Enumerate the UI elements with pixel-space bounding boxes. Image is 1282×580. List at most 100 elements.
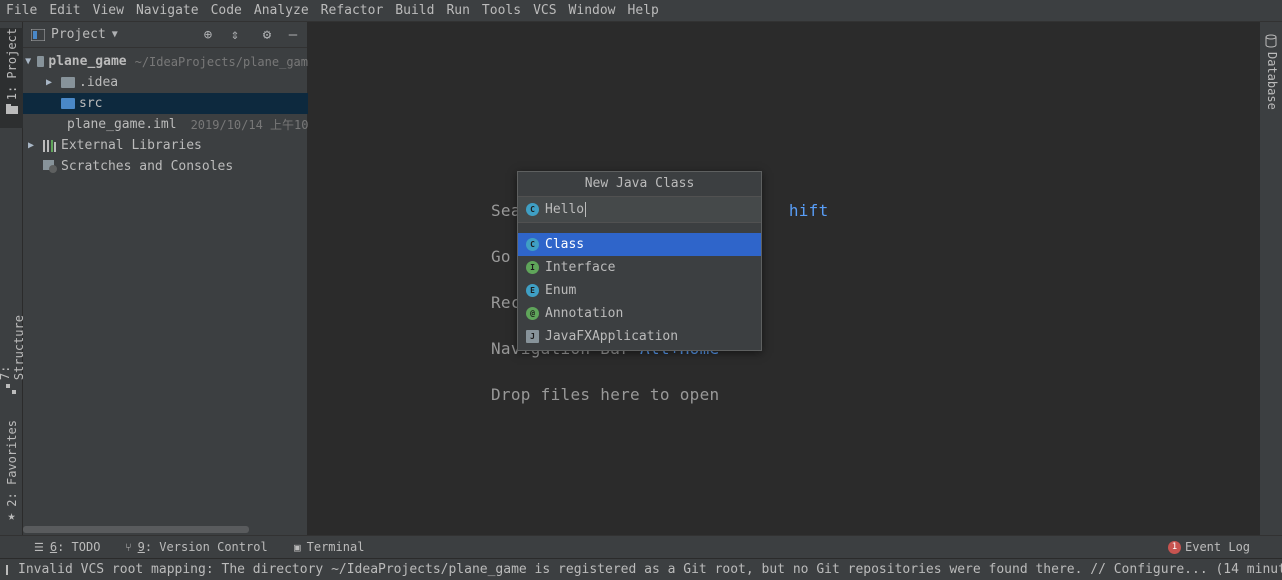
folder-icon — [61, 77, 75, 88]
hint-label: Drop files here to open — [491, 385, 720, 404]
class-icon: C — [526, 203, 539, 216]
new-java-class-dialog: New Java Class C Hello C Class I Interfa… — [517, 171, 762, 351]
class-icon: C — [526, 238, 539, 251]
hint-go-to-file: Go — [491, 247, 511, 266]
tab-terminal[interactable]: ▣ Terminal — [294, 540, 364, 554]
star-icon: ★ — [7, 508, 16, 524]
collapsed-arrow-icon[interactable]: ▶ — [25, 140, 37, 151]
kind-item-label: Interface — [545, 260, 616, 275]
menu-run[interactable]: Run — [446, 3, 469, 18]
branch-icon: ⑂ — [125, 540, 132, 554]
tree-item-idea[interactable]: ▶ .idea — [23, 72, 308, 93]
tab-favorites[interactable]: 2: Favorites ★ — [0, 420, 23, 524]
gear-icon[interactable]: ⚙ — [259, 27, 275, 43]
class-name-value[interactable]: Hello — [545, 202, 587, 217]
project-panel: Project ▼ ⊕ ⇕ ⚙ — ▼ plane_game ~/IdeaPro… — [23, 22, 308, 535]
project-view-icon — [31, 28, 45, 41]
module-folder-icon — [37, 56, 45, 67]
tab-structure[interactable]: 7: Structure — [0, 294, 26, 394]
status-bar: Invalid VCS root mapping: The directory … — [0, 558, 1282, 580]
tab-event-log-label: Event Log — [1185, 540, 1251, 554]
kind-item-javafx[interactable]: J JavaFXApplication — [518, 325, 761, 348]
right-tool-strip: Database — [1259, 22, 1282, 535]
tab-structure-label: 7: Structure — [0, 315, 26, 381]
tool-window-bar: ☰ 6: TODO ⑂ 9: Version Control ▣ Termina… — [0, 535, 1282, 558]
menu-analyze[interactable]: Analyze — [254, 3, 309, 18]
tree-item-label: Scratches and Consoles — [61, 159, 234, 174]
tree-item-plane-game[interactable]: ▼ plane_game ~/IdeaProjects/plane_gam — [23, 51, 308, 72]
kind-item-label: JavaFXApplication — [545, 329, 679, 344]
left-tool-strip: 1: Project 7: Structure 2: Favorites ★ — [0, 22, 26, 535]
hint-label: Go — [491, 247, 511, 266]
tab-todo[interactable]: ☰ 6: TODO — [34, 540, 100, 554]
menu-window[interactable]: Window — [569, 3, 616, 18]
locate-icon[interactable]: ⊕ — [200, 27, 216, 43]
tab-database[interactable]: Database — [1265, 52, 1279, 110]
collapse-all-icon[interactable]: ⇕ — [227, 27, 243, 43]
database-icon — [1265, 34, 1277, 48]
tree-item-label: plane_game — [48, 54, 127, 69]
menu-edit[interactable]: Edit — [49, 3, 80, 18]
tree-item-label: plane_game.iml — [67, 117, 177, 132]
editor-area — [309, 22, 1259, 535]
menu-build[interactable]: Build — [395, 3, 434, 18]
menu-file[interactable]: File — [6, 3, 37, 18]
collapsed-arrow-icon[interactable]: ▶ — [43, 77, 55, 88]
kind-item-interface[interactable]: I Interface — [518, 256, 761, 279]
tab-vc-label: : Version Control — [144, 540, 268, 554]
project-panel-header: Project ▼ ⊕ ⇕ ⚙ — — [23, 22, 307, 48]
toggle-tool-windows-icon[interactable] — [6, 564, 8, 575]
tab-project[interactable]: 1: Project — [0, 28, 23, 128]
horizontal-scrollbar[interactable] — [23, 526, 249, 533]
menu-refactor[interactable]: Refactor — [321, 3, 384, 18]
menu-view[interactable]: View — [93, 3, 124, 18]
class-name-input[interactable]: C Hello — [518, 197, 761, 223]
list-icon: ☰ — [34, 540, 44, 554]
tree-item-label: External Libraries — [61, 138, 202, 153]
menu-help[interactable]: Help — [628, 3, 659, 18]
kind-item-label: Annotation — [545, 306, 624, 321]
menu-vcs[interactable]: VCS — [533, 3, 556, 18]
tree-item-iml[interactable]: plane_game.iml 2019/10/14 上午10 — [23, 114, 308, 135]
kind-item-enum[interactable]: E Enum — [518, 279, 761, 302]
hint-drop-files: Drop files here to open — [491, 385, 719, 404]
tab-terminal-label: Terminal — [306, 540, 365, 554]
tab-event-log[interactable]: 1 Event Log — [1168, 540, 1250, 554]
source-folder-icon — [61, 98, 75, 109]
kind-item-label: Enum — [545, 283, 577, 298]
enum-icon: E — [526, 284, 539, 297]
tree-item-external-libraries[interactable]: ▶ External Libraries — [23, 135, 308, 156]
tree-item-label: src — [79, 96, 103, 111]
folder-icon — [5, 104, 18, 115]
menu-bar: File Edit View Navigate Code Analyze Ref… — [0, 0, 1282, 22]
library-icon — [43, 139, 56, 152]
tab-todo-label: : TODO — [57, 540, 101, 554]
tab-favorites-label: 2: Favorites — [4, 420, 19, 507]
tab-vc-number: 9 — [137, 540, 145, 554]
kind-list: C Class I Interface E Enum @ Annotation … — [518, 233, 761, 348]
hint-shortcut: hift — [788, 201, 829, 220]
kind-item-class[interactable]: C Class — [518, 233, 761, 256]
chevron-down-icon[interactable]: ▼ — [112, 29, 118, 40]
kind-item-annotation[interactable]: @ Annotation — [518, 302, 761, 325]
tree-item-label: .idea — [79, 75, 119, 90]
tree-item-scratches[interactable]: Scratches and Consoles — [23, 156, 308, 177]
tab-project-label: 1: Project — [4, 28, 19, 101]
menu-code[interactable]: Code — [211, 3, 242, 18]
structure-icon — [5, 384, 16, 394]
minimize-icon[interactable]: — — [285, 27, 301, 43]
tab-todo-number: 6 — [49, 540, 58, 554]
status-message[interactable]: Invalid VCS root mapping: The directory … — [18, 562, 1282, 577]
dialog-title: New Java Class — [518, 172, 761, 197]
tree-item-path: ~/IdeaProjects/plane_gam — [134, 54, 308, 69]
tree-item-meta: 2019/10/14 上午10 — [190, 118, 308, 132]
menu-navigate[interactable]: Navigate — [136, 3, 199, 18]
expanded-arrow-icon[interactable]: ▼ — [25, 56, 31, 67]
tab-version-control[interactable]: ⑂ 9: Version Control — [125, 540, 268, 554]
tree-item-src[interactable]: src — [23, 93, 308, 114]
terminal-icon: ▣ — [294, 540, 301, 554]
menu-tools[interactable]: Tools — [482, 3, 521, 18]
scratches-icon — [43, 160, 57, 173]
javafx-icon: J — [526, 330, 539, 343]
project-view-selector[interactable]: Project — [51, 27, 106, 42]
